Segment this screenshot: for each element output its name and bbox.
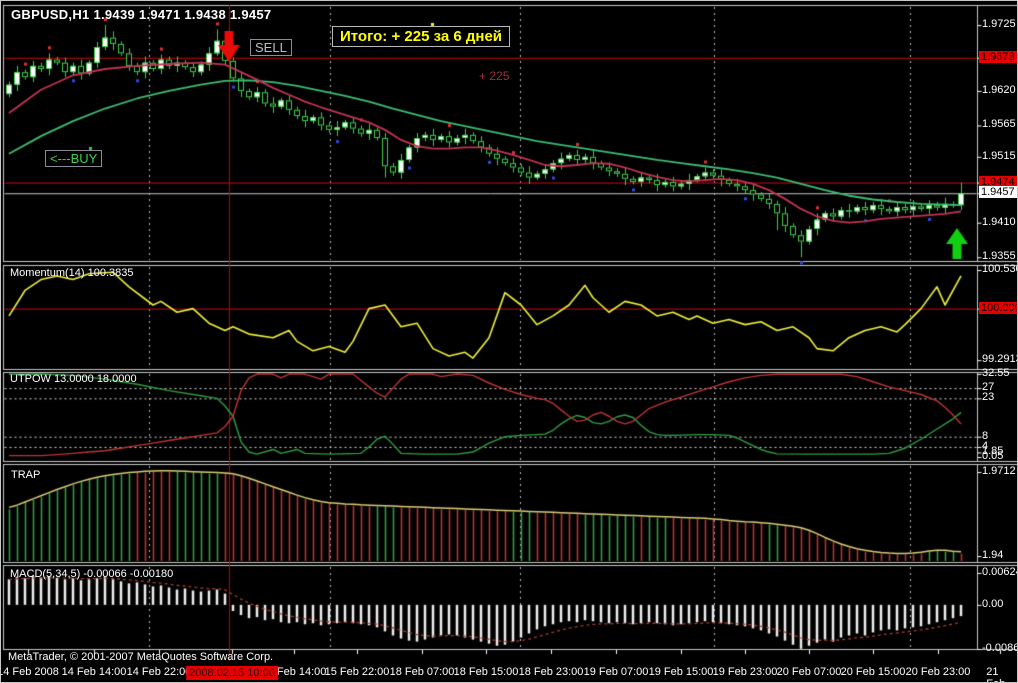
- macd-axis-label: -0.00864: [982, 642, 1017, 654]
- utpow-axis-label: 23: [982, 391, 995, 404]
- utpow-axis-label: 0.05: [982, 450, 1004, 463]
- mt4-chart-window: GBPUSD,H1 1.9439 1.9471 1.9438 1.9457 Mo…: [0, 0, 1018, 683]
- time-axis-label: 19 Feb 07:00: [583, 666, 649, 678]
- time-axis-label: 18 Feb 15:00: [453, 666, 519, 678]
- utpow-axis-label: 32.55: [982, 366, 1010, 379]
- symbol-ohlc-title: GBPUSD,H1 1.9439 1.9471 1.9438 1.9457: [11, 7, 272, 22]
- time-axis-label: 21 Feb 07:00: [986, 666, 1005, 682]
- price-axis-label: 1.9565: [982, 118, 1016, 131]
- price-axis-label: 1.9355: [982, 250, 1016, 263]
- momentum-axis-label: 100.5301: [982, 263, 1017, 276]
- price-axis-label: 1.9515: [982, 149, 1016, 162]
- time-axis-label: 18 Feb 07:00: [389, 666, 455, 678]
- price-axis-label: 1.9673: [979, 50, 1017, 63]
- trap-indicator-label: TRAP: [11, 469, 41, 481]
- time-axis-label: 18 Feb 23:00: [518, 666, 584, 678]
- time-axis-label-highlighted: 2008.02.15 10:00: [186, 666, 278, 680]
- buy-label[interactable]: <---BUY: [45, 150, 103, 167]
- time-axis-label: 19 Feb 23:00: [712, 666, 778, 678]
- time-axis-label: 14 Feb 14:00: [61, 666, 127, 678]
- sell-label[interactable]: SELL: [250, 39, 292, 56]
- momentum-axis-label: 100.0000: [979, 301, 1017, 314]
- price-axis-label: 1.9620: [982, 83, 1016, 96]
- time-axis-label: 14 Feb 22:00: [126, 666, 192, 678]
- momentum-indicator-label: Momentum(14) 100.3835: [10, 267, 134, 279]
- trap-axis-label: 1.9712: [982, 465, 1016, 478]
- chart-canvas[interactable]: [1, 1, 1017, 682]
- copyright-text: MetaTrader, © 2001-2007 MetaQuotes Softw…: [8, 651, 274, 663]
- trap-axis-label: 1.94: [982, 549, 1004, 562]
- time-axis-label: 19 Feb 15:00: [648, 666, 714, 678]
- momentum-axis-label: 99.2913: [982, 353, 1018, 366]
- time-axis-label: 14 Feb 2008: [0, 666, 59, 678]
- price-axis-label: 1.9410: [982, 215, 1016, 228]
- price-axis-label: 1.9725: [982, 18, 1016, 31]
- time-axis-label: 20 Feb 15:00: [840, 666, 906, 678]
- time-axis-label: 20 Feb 23:00: [905, 666, 971, 678]
- time-axis-label: 20 Feb 07:00: [776, 666, 842, 678]
- total-profit-annotation[interactable]: Итого: + 225 за 6 дней: [332, 26, 511, 47]
- macd-axis-label: 0.00: [982, 597, 1004, 610]
- utpow-indicator-label: UTPOW 13.0000 18.0000: [10, 373, 137, 385]
- price-axis-label: 1.9457: [979, 186, 1017, 199]
- macd-indicator-label: MACD(5,34,5) -0.00066 -0.00180: [10, 568, 174, 580]
- profit-annotation[interactable]: + 225: [479, 69, 509, 83]
- time-axis-label: 15 Feb 22:00: [324, 666, 390, 678]
- macd-axis-label: 0.00624: [982, 565, 1018, 578]
